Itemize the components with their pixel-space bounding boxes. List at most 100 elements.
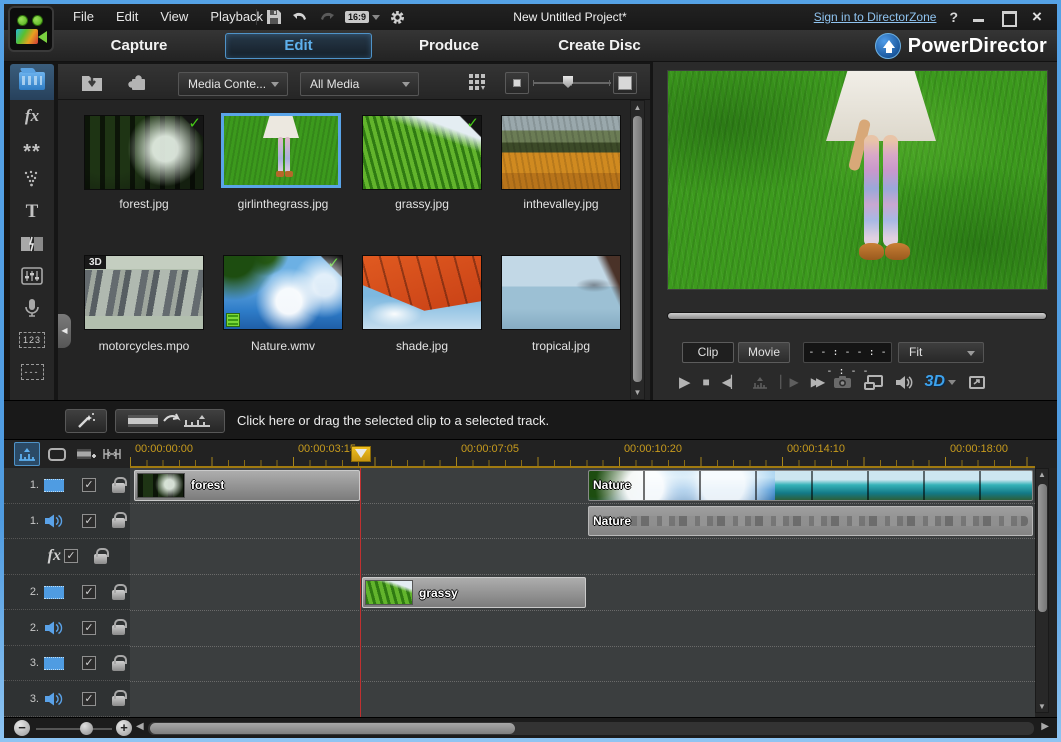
- media-thumbnail-motorcycles[interactable]: 3D: [84, 255, 204, 330]
- large-thumbnail-button[interactable]: [613, 72, 637, 94]
- tab-create-disc[interactable]: Create Disc: [522, 30, 677, 62]
- dual-preview-icon[interactable]: [864, 375, 883, 390]
- scrollbar-thumb[interactable]: [150, 723, 515, 734]
- track-lock-icon[interactable]: [112, 661, 125, 671]
- audio-track-2[interactable]: [130, 611, 1035, 647]
- track-lock-icon[interactable]: [112, 590, 125, 600]
- media-thumbnail-inthevalley[interactable]: [501, 115, 621, 190]
- zoom-out-button[interactable]: −: [14, 720, 30, 736]
- timecode-display[interactable]: - - : - - : - - : - -: [803, 342, 892, 363]
- track-lock-icon[interactable]: [112, 518, 125, 528]
- sidebar-item-audio-mixing-room[interactable]: [10, 260, 54, 292]
- thumbnail-size-slider[interactable]: [533, 76, 611, 88]
- redo-icon[interactable]: [318, 10, 336, 25]
- audio-track-3[interactable]: [130, 682, 1035, 717]
- sidebar-item-transition-room[interactable]: [10, 228, 54, 260]
- clip-nature-video[interactable]: Nature: [588, 470, 1033, 501]
- collapse-panel-handle[interactable]: ◀: [58, 314, 71, 348]
- save-icon[interactable]: [266, 9, 282, 25]
- track-enable-checkbox[interactable]: ✓: [82, 621, 96, 635]
- track-lock-icon[interactable]: [112, 483, 125, 493]
- previous-frame-button[interactable]: ◀▏: [722, 376, 740, 388]
- slider-thumb[interactable]: [563, 76, 573, 88]
- play-button[interactable]: ▶: [679, 375, 691, 390]
- media-thumbnail-girlinthegrass[interactable]: [221, 113, 341, 188]
- track-lock-icon[interactable]: [112, 696, 125, 706]
- video-track-3[interactable]: [130, 647, 1035, 683]
- scrollbar-thumb[interactable]: [1038, 484, 1047, 612]
- track-enable-checkbox[interactable]: ✓: [82, 514, 96, 528]
- plugin-puzzle-button[interactable]: [122, 67, 154, 97]
- sidebar-item-media-room-active[interactable]: [10, 64, 54, 100]
- 3d-mode-button[interactable]: 3D: [925, 373, 956, 391]
- sidebar-item-title-room[interactable]: T: [10, 196, 54, 228]
- preview-zoom-dropdown[interactable]: Fit: [898, 342, 984, 363]
- tab-produce[interactable]: Produce: [384, 30, 514, 62]
- scrollbar-thumb[interactable]: [633, 116, 642, 382]
- track-lock-icon[interactable]: [112, 625, 125, 635]
- slider-thumb[interactable]: [80, 722, 93, 735]
- menu-view[interactable]: View: [149, 4, 199, 30]
- volume-speaker-icon[interactable]: [895, 375, 913, 390]
- media-thumbnail-nature[interactable]: ✓: [223, 255, 343, 330]
- scroll-up-icon[interactable]: ▲: [631, 101, 644, 114]
- maximize-button[interactable]: [1000, 10, 1016, 24]
- audio-track-1[interactable]: Nature: [130, 504, 1035, 540]
- track-enable-checkbox[interactable]: ✓: [82, 585, 96, 599]
- video-track-1[interactable]: forest Nature: [130, 468, 1035, 504]
- magic-wand-button[interactable]: [65, 409, 107, 433]
- scroll-left-icon[interactable]: ◀: [136, 721, 144, 732]
- insert-to-timeline-button[interactable]: [115, 409, 225, 433]
- preview-video[interactable]: [667, 70, 1048, 290]
- sort-view-button[interactable]: [464, 67, 490, 97]
- track-lock-icon[interactable]: [94, 554, 107, 564]
- preview-seek-bar[interactable]: [667, 312, 1047, 320]
- snapshot-camera-icon[interactable]: [833, 375, 852, 389]
- track-enable-checkbox[interactable]: ✓: [64, 549, 78, 563]
- stop-button[interactable]: ■: [703, 376, 710, 388]
- track-enable-checkbox[interactable]: ✓: [82, 656, 96, 670]
- playhead-handle[interactable]: [351, 446, 371, 462]
- fast-forward-button[interactable]: ▶▶: [811, 376, 821, 388]
- sidebar-item-particle-room[interactable]: [10, 164, 54, 196]
- sidebar-item-voiceover-room[interactable]: [10, 292, 54, 324]
- sidebar-item-effect-room[interactable]: fx: [10, 100, 54, 132]
- media-thumbnail-grassy[interactable]: ✓: [362, 115, 482, 190]
- timeline-view-button[interactable]: [14, 442, 40, 466]
- next-frame-button[interactable]: ▏▶: [780, 376, 798, 388]
- scroll-up-icon[interactable]: ▲: [1036, 470, 1048, 479]
- import-media-button[interactable]: [76, 67, 108, 97]
- library-scrollbar[interactable]: ▲ ▼: [630, 100, 645, 400]
- timeline-scrollbar-horizontal[interactable]: [148, 722, 1034, 735]
- playhead-line[interactable]: [360, 468, 361, 717]
- content-filter-dropdown[interactable]: Media Conte...: [178, 72, 288, 96]
- sidebar-item-pip-objects-room[interactable]: **: [10, 132, 54, 164]
- tab-edit-active[interactable]: Edit: [225, 33, 372, 59]
- close-button[interactable]: ×: [1029, 10, 1045, 24]
- scroll-right-icon[interactable]: ▶: [1041, 721, 1049, 732]
- settings-gear-icon[interactable]: [389, 9, 406, 26]
- mark-in-button[interactable]: [752, 375, 768, 389]
- track-enable-checkbox[interactable]: ✓: [82, 692, 96, 706]
- media-type-dropdown[interactable]: All Media: [300, 72, 419, 96]
- timeline-zoom-slider[interactable]: [36, 720, 112, 736]
- zoom-in-button[interactable]: +: [116, 720, 132, 736]
- storyboard-view-button[interactable]: [44, 442, 70, 466]
- video-track-2[interactable]: grassy: [130, 575, 1035, 611]
- media-thumbnail-shade[interactable]: [362, 255, 482, 330]
- track-enable-checkbox[interactable]: ✓: [82, 478, 96, 492]
- media-thumbnail-forest[interactable]: ✓: [84, 115, 204, 190]
- clip-grassy[interactable]: grassy: [362, 577, 586, 608]
- small-thumbnail-button[interactable]: [505, 72, 529, 94]
- clip-nature-audio[interactable]: Nature: [588, 506, 1033, 537]
- aspect-ratio-dropdown[interactable]: 16:9: [345, 11, 380, 23]
- movie-mode-button[interactable]: Movie: [738, 342, 790, 363]
- scroll-down-icon[interactable]: ▼: [631, 386, 644, 399]
- undo-icon[interactable]: [291, 10, 309, 25]
- sidebar-item-subtitle-room[interactable]: ---: [10, 356, 54, 388]
- minimize-button[interactable]: [971, 10, 987, 24]
- fx-track[interactable]: [130, 539, 1035, 575]
- clip-mode-button[interactable]: Clip: [682, 342, 734, 363]
- sign-in-link[interactable]: Sign in to DirectorZone: [814, 10, 937, 24]
- timeline-ruler[interactable]: 00:00:00:00 00:00:03:15 00:00:07:05 00:0…: [130, 440, 1035, 468]
